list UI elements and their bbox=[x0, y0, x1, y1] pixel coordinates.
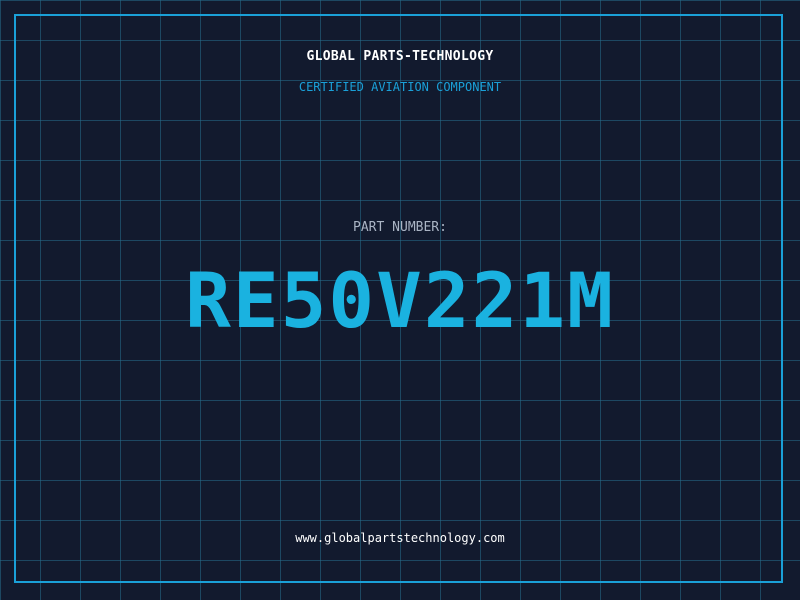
part-number-label: PART NUMBER: bbox=[353, 220, 447, 235]
part-number-value: RE50V221M bbox=[185, 256, 615, 345]
website-url: www.globalpartstechnology.com bbox=[295, 531, 505, 545]
brand-subtitle: CERTIFIED AVIATION COMPONENT bbox=[298, 80, 502, 94]
brand-title: GLOBAL PARTS-TECHNOLOGY bbox=[306, 49, 494, 64]
label-canvas: GLOBAL PARTS-TECHNOLOGY CERTIFIED AVIATI… bbox=[0, 0, 800, 600]
